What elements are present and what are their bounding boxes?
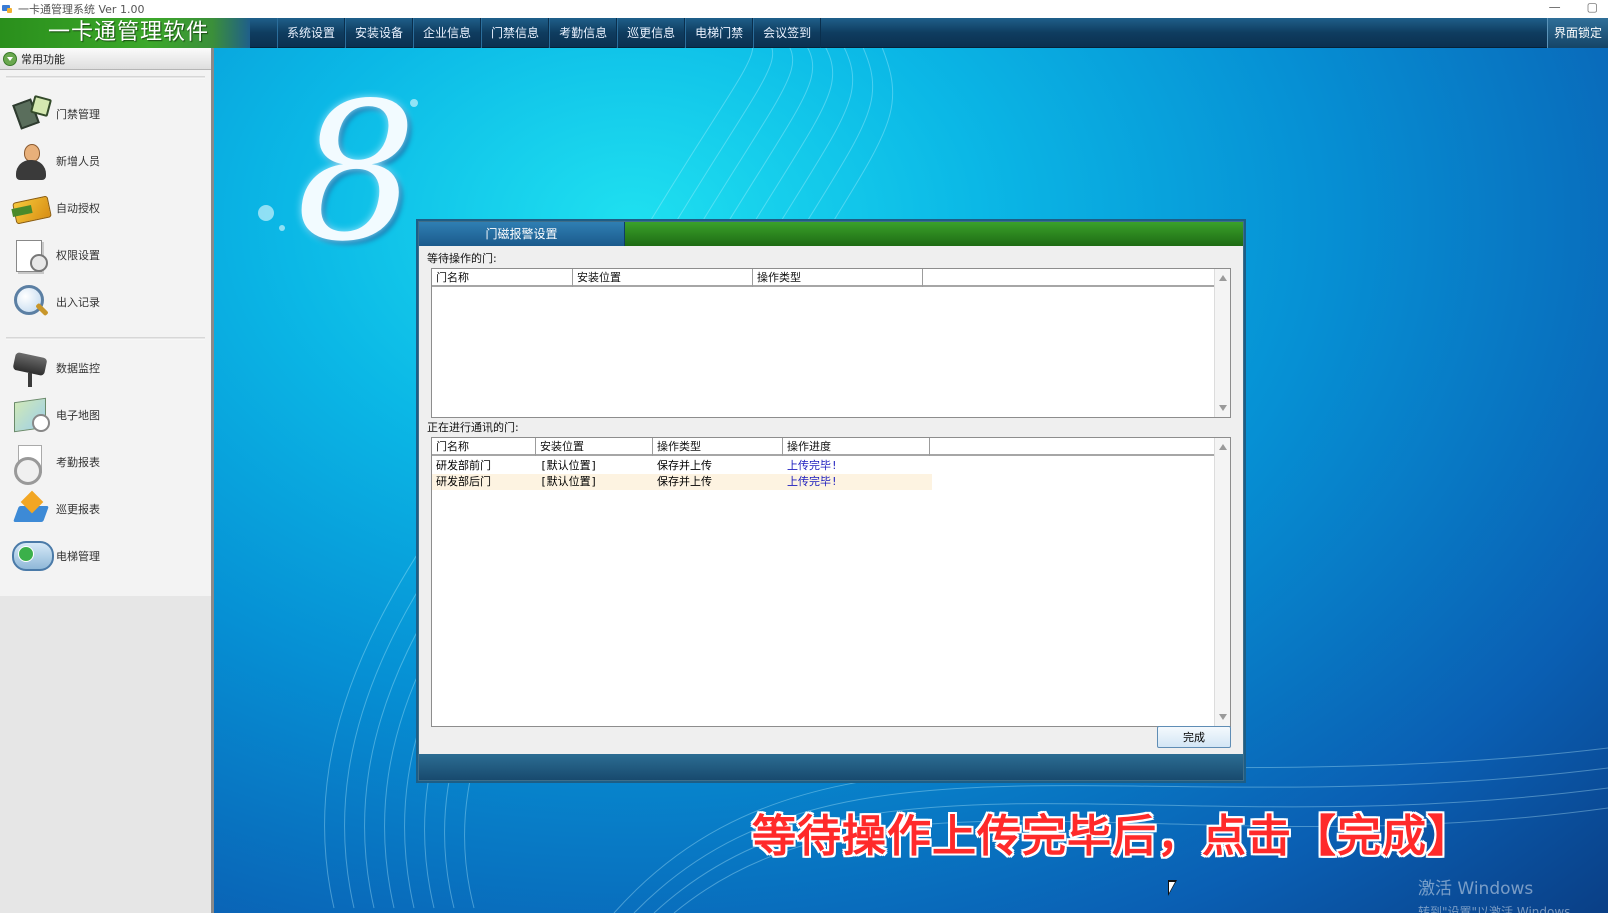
done-button[interactable]: 完成 [1157,726,1231,748]
sidebar-item-label: 考勤报表 [56,456,100,469]
sidebar-item-elevator-management[interactable]: 电梯管理 [10,534,200,578]
column-header-location[interactable]: 安装位置 [573,269,753,287]
sidebar-item-add-person[interactable]: 新增人员 [10,139,200,183]
sidebar-item-label: 自动授权 [56,202,100,215]
active-doors-list[interactable]: 门名称 安装位置 操作类型 操作进度 研发部前门 [默认位置] 保存并上传 上传… [431,437,1231,727]
app-icon [2,3,14,15]
cell-op-type: 保存并上传 [657,459,712,472]
column-header-op-type[interactable]: 操作类型 [653,438,783,456]
door-alarm-settings-dialog: 门磁报警设置 等待操作的门: 门名称 安装位置 操作类型 正在进行通讯的门: 门… [418,221,1244,781]
mouse-pointer-icon [1168,880,1177,896]
pending-doors-label: 等待操作的门: [427,252,497,265]
window-controls: — ▢ [1549,0,1598,14]
maximize-button[interactable]: ▢ [1587,0,1598,14]
dialog-titlebar: 门磁报警设置 [419,222,1243,246]
person-icon [10,140,52,182]
menu-elevator-access[interactable]: 电梯门禁 [685,18,754,48]
dialog-footer-bar [419,754,1243,780]
scroll-up-icon[interactable] [1219,275,1227,281]
cell-door-name: 研发部后门 [436,475,491,488]
sidebar-divider [6,76,205,79]
menu-attendance-info[interactable]: 考勤信息 [549,18,618,48]
cell-door-name: 研发部前门 [436,459,491,472]
menu-bar: 一卡通管理软件 系统设置 安装设备 企业信息 门禁信息 考勤信息 巡更信息 电梯… [0,18,1608,48]
active-list-header: 门名称 安装位置 操作类型 操作进度 [432,438,1217,456]
table-row[interactable]: 研发部前门 [默认位置] 保存并上传 上传完毕! [432,458,932,474]
door-controller-icon [10,93,52,135]
cell-location: [默认位置] [540,475,598,488]
main-menu: 系统设置 安装设备 企业信息 门禁信息 考勤信息 巡更信息 电梯门禁 会议签到 [277,18,822,48]
sidebar-item-label: 数据监控 [56,362,100,375]
app-brand-title: 一卡通管理软件 [0,18,250,48]
magnifier-icon [10,281,52,323]
window-titlebar: 一卡通管理系统 Ver 1.00 — ▢ [0,0,1608,18]
active-list-scrollbar[interactable] [1214,438,1230,726]
sidebar-panel: 常用功能 门禁管理 新增人员 自动授权 权限设置 出入记录 数据监控 电子地图 … [0,48,211,596]
sidebar-item-electronic-map[interactable]: 电子地图 [10,393,200,437]
sidebar-item-access-records[interactable]: 出入记录 [10,280,200,324]
menu-install-devices[interactable]: 安装设备 [345,18,414,48]
menu-meeting-signin[interactable]: 会议签到 [753,18,822,48]
window-title: 一卡通管理系统 Ver 1.00 [18,3,145,16]
sidebar-divider [6,337,205,340]
menu-system-settings[interactable]: 系统设置 [277,18,346,48]
sidebar-item-label: 巡更报表 [56,503,100,516]
column-header-op-type[interactable]: 操作类型 [753,269,923,287]
sidebar-item-label: 电梯管理 [56,550,100,563]
cell-location: [默认位置] [540,459,598,472]
table-row[interactable]: 研发部后门 [默认位置] 保存并上传 上传完毕! [432,474,932,490]
sidebar-item-label: 电子地图 [56,409,100,422]
sidebar-item-attendance-report[interactable]: 考勤报表 [10,440,200,485]
chevron-down-icon[interactable] [3,51,17,66]
sidebar-item-auto-authorize[interactable]: 自动授权 [10,186,200,230]
dialog-title: 门磁报警设置 [419,222,625,246]
pending-list-scrollbar[interactable] [1214,269,1230,417]
permission-icon [10,234,52,276]
interface-lock-button[interactable]: 界面锁定 [1546,18,1608,48]
sidebar-item-data-monitor[interactable]: 数据监控 [10,346,200,390]
logo-digit: 8 [296,62,417,283]
menu-company-info[interactable]: 企业信息 [413,18,482,48]
menu-access-info[interactable]: 门禁信息 [481,18,550,48]
watermark-line2: 转到"设置"以激活 Windows。 [1418,905,1583,913]
sidebar-item-door-management[interactable]: 门禁管理 [10,92,200,136]
column-header-door-name[interactable]: 门名称 [432,269,573,287]
sidebar-item-label: 门禁管理 [56,108,100,121]
sidebar-item-patrol-report[interactable]: 巡更报表 [10,487,200,531]
scroll-down-icon[interactable] [1219,714,1227,720]
scroll-up-icon[interactable] [1219,444,1227,450]
patrol-icon [10,488,52,530]
clock-icon [10,441,52,485]
scroll-down-icon[interactable] [1219,405,1227,411]
column-header-progress[interactable]: 操作进度 [783,438,930,456]
instruction-caption: 等待操作上传完毕后，点击【完成】 [752,811,1472,862]
windows-activation-watermark: 激活 Windows 转到"设置"以激活 Windows。 [1418,874,1582,913]
sidebar-item-label: 权限设置 [56,249,100,262]
elevator-icon [10,535,54,577]
minimize-button[interactable]: — [1549,0,1561,14]
pending-doors-list[interactable]: 门名称 安装位置 操作类型 [431,268,1231,418]
sidebar-item-label: 新增人员 [56,155,100,168]
sidebar-item-label: 出入记录 [56,296,100,309]
cell-op-type: 保存并上传 [657,475,712,488]
sidebar-header[interactable]: 常用功能 [0,48,211,70]
cell-progress: 上传完毕! [787,475,838,488]
sidebar: 常用功能 门禁管理 新增人员 自动授权 权限设置 出入记录 数据监控 电子地图 … [0,48,214,913]
card-icon [10,187,52,229]
cell-progress: 上传完毕! [787,459,838,472]
camera-icon [10,347,52,389]
sidebar-item-permission-settings[interactable]: 权限设置 [10,233,200,277]
sidebar-header-label: 常用功能 [21,52,65,66]
watermark-line1: 激活 Windows [1418,879,1534,899]
column-header-location[interactable]: 安装位置 [536,438,653,456]
pending-list-header: 门名称 安装位置 操作类型 [432,269,1217,287]
active-doors-label: 正在进行通讯的门: [427,421,519,434]
column-header-door-name[interactable]: 门名称 [432,438,536,456]
map-icon [10,394,52,436]
menu-patrol-info[interactable]: 巡更信息 [617,18,686,48]
